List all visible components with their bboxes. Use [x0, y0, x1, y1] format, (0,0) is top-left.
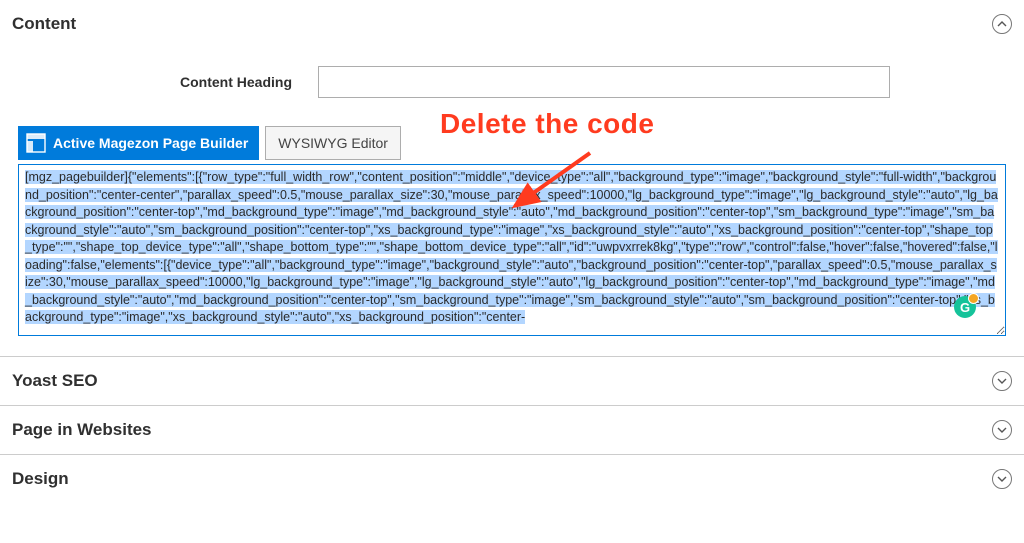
section-yoast: Yoast SEO: [0, 357, 1024, 406]
content-heading-input[interactable]: [318, 66, 890, 98]
editor-toolbar: Active Magezon Page Builder WYSIWYG Edit…: [18, 126, 1006, 160]
section-page-in-websites: Page in Websites: [0, 406, 1024, 455]
page-builder-icon: [25, 132, 47, 154]
section-header-pagesites[interactable]: Page in Websites: [12, 420, 1012, 440]
section-header-yoast[interactable]: Yoast SEO: [12, 371, 1012, 391]
section-header-content[interactable]: Content: [12, 14, 1012, 34]
section-title: Page in Websites: [12, 420, 152, 440]
chevron-up-icon: [992, 14, 1012, 34]
section-title: Content: [12, 14, 76, 34]
code-wrap: [mgz_pagebuilder]{"elements":[{"row_type…: [18, 164, 1006, 336]
grammarly-icon[interactable]: G: [954, 296, 976, 318]
section-header-design[interactable]: Design: [12, 469, 1012, 489]
content-code-textarea[interactable]: [mgz_pagebuilder]{"elements":[{"row_type…: [18, 164, 1006, 336]
section-design: Design: [0, 455, 1024, 503]
section-title: Yoast SEO: [12, 371, 98, 391]
content-heading-label: Content Heading: [18, 74, 318, 90]
content-body: Content Heading Active Magezon Page Buil…: [12, 34, 1012, 342]
grammarly-badge-icon: [968, 293, 979, 304]
chevron-down-icon: [992, 469, 1012, 489]
chevron-down-icon: [992, 371, 1012, 391]
section-content: Content Content Heading Active Magezon P…: [0, 0, 1024, 357]
active-page-builder-label: Active Magezon Page Builder: [53, 135, 248, 151]
active-page-builder-button[interactable]: Active Magezon Page Builder: [18, 126, 259, 160]
wysiwyg-editor-button[interactable]: WYSIWYG Editor: [265, 126, 401, 160]
wysiwyg-editor-label: WYSIWYG Editor: [278, 135, 388, 151]
chevron-down-icon: [992, 420, 1012, 440]
selected-code-text: [mgz_pagebuilder]{"elements":[{"row_type…: [25, 170, 998, 324]
section-title: Design: [12, 469, 69, 489]
field-content-heading: Content Heading: [18, 66, 1006, 98]
